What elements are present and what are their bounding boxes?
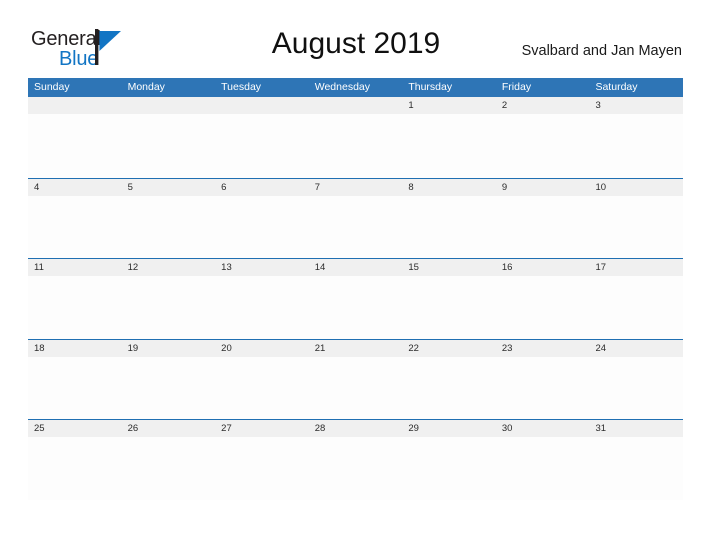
day-cell[interactable] — [309, 97, 403, 114]
week-note-area[interactable] — [28, 195, 683, 259]
day-cell[interactable]: 31 — [589, 420, 683, 437]
weekday-header-tuesday: Tuesday — [221, 81, 262, 93]
weekday-header-sunday: Sunday — [34, 81, 70, 93]
week-note-area[interactable] — [28, 114, 683, 177]
weekday-header-saturday: Saturday — [595, 81, 638, 93]
day-number-band: 25 26 27 28 29 30 31 — [28, 420, 683, 437]
weekday-header-monday: Monday — [127, 81, 165, 93]
day-number-band: 11 12 13 14 15 16 17 — [28, 259, 683, 276]
day-cell[interactable]: 6 — [215, 179, 309, 196]
weekday-header-thursday: Thursday — [408, 81, 453, 93]
day-cell[interactable]: 3 — [589, 97, 683, 114]
day-cell[interactable]: 4 — [28, 179, 122, 196]
day-cell[interactable]: 21 — [309, 340, 403, 357]
week-note-area[interactable] — [28, 276, 683, 339]
day-cell[interactable]: 1 — [402, 97, 496, 114]
weekday-header-row: Sunday Monday Tuesday Wednesday Thursday… — [28, 78, 683, 97]
page-header: General Blue August 2019 Svalbard and Ja… — [0, 0, 712, 76]
day-cell[interactable]: 11 — [28, 259, 122, 276]
day-cell[interactable]: 10 — [589, 179, 683, 196]
day-cell[interactable]: 29 — [402, 420, 496, 437]
day-number-band: 18 19 20 21 22 23 24 — [28, 339, 683, 357]
day-cell[interactable]: 30 — [496, 420, 590, 437]
day-cell[interactable]: 12 — [122, 259, 216, 276]
weekday-header-friday: Friday — [501, 81, 532, 93]
day-cell[interactable]: 13 — [215, 259, 309, 276]
day-cell[interactable] — [215, 97, 309, 114]
day-number-band: 4 5 6 7 8 9 10 — [28, 178, 683, 196]
day-cell[interactable] — [122, 97, 216, 114]
calendar-week-row: 11 12 13 14 15 16 17 — [28, 258, 683, 339]
day-cell[interactable]: 22 — [402, 340, 496, 357]
day-cell[interactable]: 25 — [28, 420, 122, 437]
calendar-grid: Sunday Monday Tuesday Wednesday Thursday… — [28, 78, 683, 500]
day-cell[interactable]: 28 — [309, 420, 403, 437]
day-cell[interactable]: 14 — [309, 259, 403, 276]
day-cell[interactable]: 16 — [496, 259, 590, 276]
day-cell[interactable]: 26 — [122, 420, 216, 437]
day-cell[interactable]: 7 — [309, 179, 403, 196]
day-cell[interactable] — [28, 97, 122, 114]
day-cell[interactable]: 20 — [215, 340, 309, 357]
day-cell[interactable]: 15 — [402, 259, 496, 276]
day-cell[interactable]: 17 — [589, 259, 683, 276]
day-cell[interactable]: 18 — [28, 340, 122, 357]
calendar-week-row: 1 2 3 — [28, 97, 683, 178]
region-subtitle: Svalbard and Jan Mayen — [521, 43, 682, 59]
calendar-week-row: 4 5 6 7 8 9 10 — [28, 177, 683, 259]
day-cell[interactable]: 2 — [496, 97, 590, 114]
day-cell[interactable]: 24 — [589, 340, 683, 357]
week-note-area[interactable] — [28, 437, 683, 500]
calendar-week-row: 25 26 27 28 29 30 31 — [28, 419, 683, 500]
calendar-week-row: 18 19 20 21 22 23 24 — [28, 338, 683, 420]
day-cell[interactable]: 8 — [402, 179, 496, 196]
day-cell[interactable]: 5 — [122, 179, 216, 196]
day-cell[interactable]: 23 — [496, 340, 590, 357]
day-number-band: 1 2 3 — [28, 97, 683, 114]
day-cell[interactable]: 19 — [122, 340, 216, 357]
week-note-area[interactable] — [28, 356, 683, 420]
weekday-header-wednesday: Wednesday — [314, 81, 370, 93]
day-cell[interactable]: 27 — [215, 420, 309, 437]
day-cell[interactable]: 9 — [496, 179, 590, 196]
